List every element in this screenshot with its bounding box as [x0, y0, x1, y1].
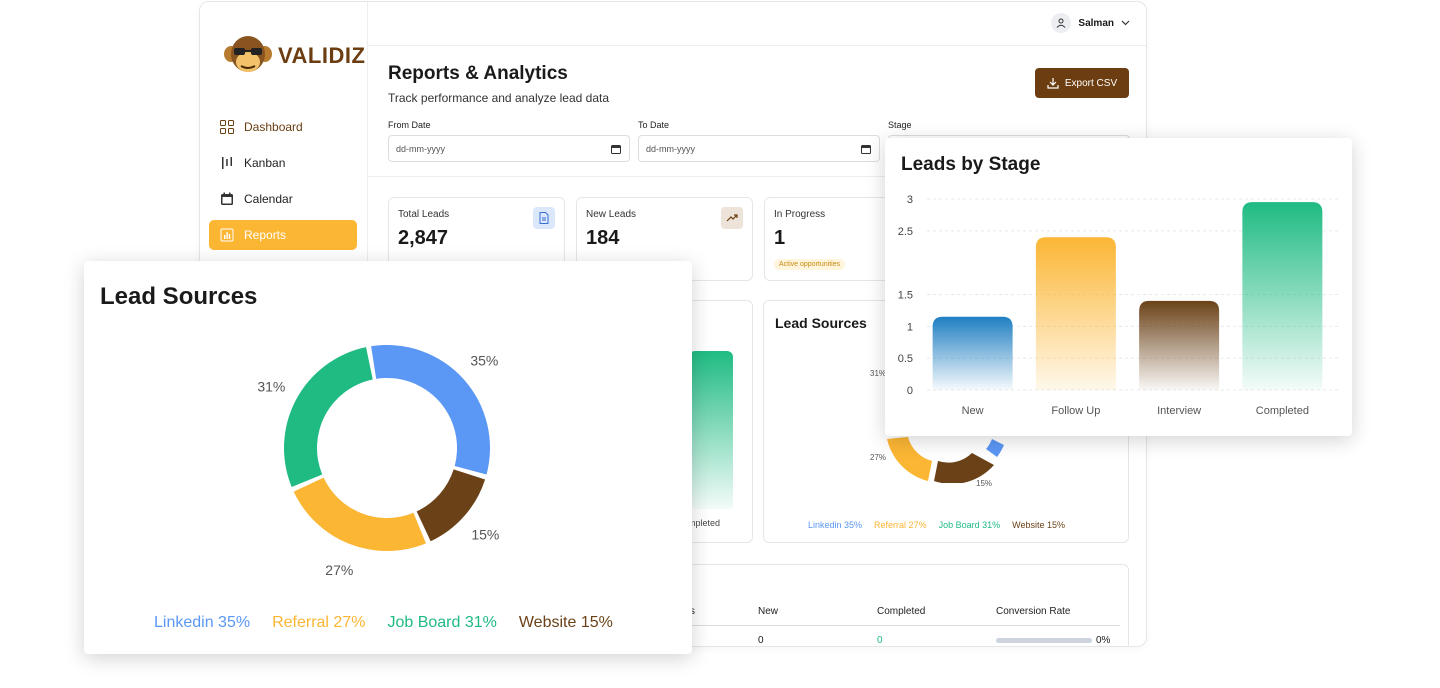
x-tick-label: Interview	[1157, 405, 1201, 417]
stat-label: Total Leads	[398, 209, 450, 220]
kanban-icon	[220, 156, 234, 170]
slice-label-linkedin: 35%	[470, 352, 498, 368]
stat-label: New Leads	[586, 209, 637, 220]
bar-label: mpleted	[688, 518, 721, 528]
monkey-logo-icon	[224, 36, 272, 72]
chevron-down-icon	[1121, 20, 1130, 26]
avatar	[1051, 13, 1072, 33]
page-title: Reports & Analytics	[388, 63, 568, 84]
to-date-label: To Date	[638, 120, 670, 130]
y-tick-label: 1	[907, 321, 913, 333]
legend-item-referral: Referral 27%	[272, 614, 366, 631]
from-date-input[interactable]: dd-mm-yyyy	[388, 135, 630, 162]
sidebar-item-label: Reports	[244, 228, 287, 242]
x-tick-label: New	[962, 405, 984, 417]
x-tick-label: Follow Up	[1051, 405, 1100, 417]
export-csv-button[interactable]: Export CSV	[1035, 68, 1129, 98]
donut-slice-job-board[interactable]	[284, 347, 373, 487]
sidebar-item-dashboard[interactable]: Dashboard	[209, 112, 357, 142]
pct-label: 31%	[870, 369, 887, 378]
export-csv-label: Export CSV	[1064, 77, 1118, 89]
legend-item: Website 15%	[1012, 520, 1065, 530]
trending-up-icon	[721, 207, 743, 229]
table-cell: 0%	[1096, 635, 1111, 646]
donut-slice-referral[interactable]	[293, 477, 426, 551]
bar-completed-small	[689, 351, 733, 509]
calendar-icon	[220, 192, 234, 206]
table-cell: 0	[758, 635, 764, 646]
sidebar-item-reports[interactable]: Reports	[209, 220, 357, 250]
table-cell: 0	[877, 635, 883, 646]
bar-new[interactable]	[932, 316, 1013, 390]
legend-item: Job Board 31%	[938, 520, 1001, 530]
calendar-icon	[861, 144, 871, 154]
y-tick-label: 0.5	[898, 353, 913, 365]
x-tick-label: Completed	[1256, 405, 1309, 417]
y-tick-label: 3	[907, 194, 913, 206]
document-icon	[533, 207, 555, 229]
chart-legend: Linkedin 35% Referral 27% Job Board 31% …	[154, 614, 613, 632]
bar-follow-up[interactable]	[1035, 237, 1116, 390]
page-subtitle: Track performance and analyze lead data	[388, 91, 610, 105]
stage-label: Stage	[888, 120, 912, 130]
brand-name: VALIDIZ	[278, 43, 366, 68]
to-date-input[interactable]: dd-mm-yyyy	[638, 135, 880, 162]
slice-label-website: 15%	[471, 527, 499, 543]
user-name: Salman	[1078, 17, 1114, 29]
sidebar-nav: Dashboard Kanban Calendar Reports	[209, 112, 357, 256]
slice-label-referral: 27%	[325, 562, 353, 578]
stat-value: 1	[774, 227, 786, 249]
sidebar-item-kanban[interactable]: Kanban	[209, 148, 357, 178]
card-title: Lead Sources	[775, 315, 867, 331]
table-divider	[680, 625, 1120, 626]
bar-interview[interactable]	[1139, 300, 1220, 390]
stat-value: 184	[586, 227, 620, 249]
table-header: Completed	[877, 606, 926, 617]
bar-completed[interactable]	[1242, 202, 1323, 390]
stat-value: 2,847	[398, 227, 449, 249]
legend-item-job-board: Job Board 31%	[387, 614, 497, 631]
to-date-placeholder: dd-mm-yyyy	[646, 143, 695, 154]
sidebar-item-label: Dashboard	[244, 120, 303, 134]
y-tick-label: 1.5	[898, 290, 913, 302]
sidebar-item-label: Kanban	[244, 156, 286, 170]
leads-by-stage-overlay: Leads by Stage 0 0.5 1 1.5 2.5 3 New Follow Up I…	[885, 138, 1352, 436]
legend-item-linkedin: Linkedin 35%	[154, 614, 251, 631]
brand-logo[interactable]: VALIDIZ	[222, 30, 365, 82]
leads-by-stage-bar-chart: 0 0.5 1 1.5 2.5 3 New Follow Up Interview Complet…	[898, 194, 1340, 417]
from-date-placeholder: dd-mm-yyyy	[396, 143, 445, 154]
user-menu[interactable]: Salman	[1051, 13, 1130, 33]
download-icon	[1047, 78, 1059, 89]
small-legend: Linkedin 35% Referral 27% Job Board 31% …	[808, 520, 1065, 530]
legend-item-website: Website 15%	[518, 614, 613, 631]
y-tick-label: 0	[907, 385, 913, 397]
sidebar-item-calendar[interactable]: Calendar	[209, 184, 357, 214]
legend-item: Linkedin 35%	[808, 520, 863, 530]
sidebar-item-label: Calendar	[244, 192, 293, 206]
grid-icon	[220, 120, 234, 134]
lead-sources-overlay: Lead Sources 35% 15% 27% 31% Linkedin 35% R…	[84, 261, 692, 654]
stat-label: In Progress	[774, 209, 826, 220]
legend-item: Referral 27%	[874, 520, 927, 530]
conversion-progress-bar	[996, 638, 1092, 643]
chart-icon	[220, 228, 234, 242]
topbar: Salman	[368, 2, 1146, 46]
user-icon	[1057, 18, 1066, 28]
table-header: Conversion Rate	[996, 606, 1071, 617]
table-header: New	[758, 606, 779, 617]
from-date-label: From Date	[388, 120, 431, 130]
lead-sources-donut-chart: 35% 15% 27% 31%	[257, 345, 499, 578]
status-badge: Active opportunities	[774, 259, 846, 270]
y-tick-label: 2.5	[898, 226, 913, 238]
slice-label-job-board: 31%	[257, 378, 285, 394]
calendar-icon	[611, 144, 621, 154]
